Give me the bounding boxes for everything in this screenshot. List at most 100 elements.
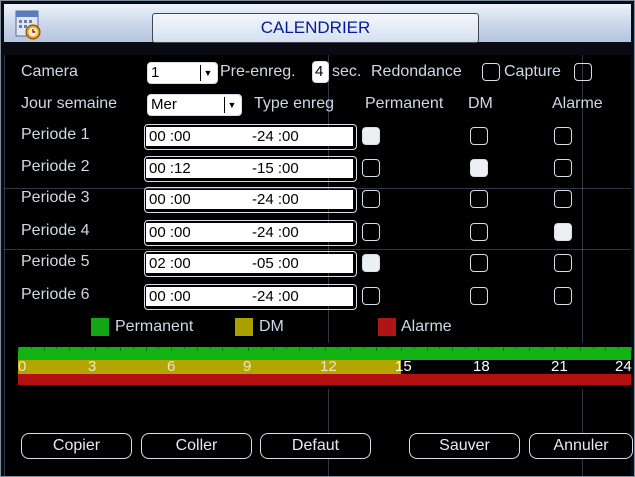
schedule-timeline: 0 3 6 9 12 15 18 21 24 (18, 343, 632, 389)
weekday-select[interactable]: Mer ▼ (147, 94, 242, 116)
guide-line (4, 55, 5, 476)
end-time: -24 :00 (252, 128, 299, 145)
timeline-tick (528, 347, 530, 351)
dm-checkbox[interactable] (470, 127, 488, 145)
alarm-checkbox[interactable] (554, 190, 572, 208)
timeline-bar-dm (18, 360, 401, 374)
legend-permanent: Permanent (115, 318, 194, 335)
timeline-tick (605, 347, 607, 351)
permanent-checkbox[interactable] (362, 127, 380, 145)
time-range-value: 00 :00 -24 :00 (146, 190, 353, 209)
dm-checkbox[interactable] (470, 254, 488, 272)
start-time: 00 :00 (149, 128, 191, 145)
timeline-tick (401, 347, 403, 351)
camera-label: Camera (21, 63, 78, 80)
calendar-clock-icon (15, 10, 41, 40)
timeline-hour-label: 12 (320, 358, 337, 375)
time-range-field[interactable]: 00 :00 -24 :00 (144, 187, 357, 213)
legend-swatch-permanent (91, 318, 109, 336)
permanent-checkbox[interactable] (362, 287, 380, 305)
permanent-checkbox[interactable] (362, 190, 380, 208)
time-range-field[interactable]: 00 :12 -15 :00 (144, 156, 357, 182)
cancel-button[interactable]: Annuler (529, 433, 633, 459)
dm-checkbox[interactable] (470, 159, 488, 177)
save-button[interactable]: Sauver (409, 433, 520, 459)
timeline-tick (426, 347, 428, 351)
timeline-tick (273, 347, 275, 351)
end-time: -05 :00 (252, 255, 299, 272)
timeline-tick (477, 347, 479, 351)
guide-line (4, 249, 631, 250)
timeline-tick (145, 347, 147, 351)
dm-checkbox[interactable] (470, 190, 488, 208)
camera-select[interactable]: 1 ▼ (147, 62, 218, 84)
start-time: 02 :00 (149, 255, 191, 272)
timeline-tick (413, 347, 415, 349)
default-button[interactable]: Defaut (260, 433, 371, 459)
start-time: 00 :00 (149, 191, 191, 208)
alarm-checkbox[interactable] (554, 254, 572, 272)
dm-header: DM (468, 95, 493, 112)
dm-checkbox[interactable] (470, 223, 488, 241)
time-range-value: 02 :00 -05 :00 (146, 254, 353, 273)
timeline-tick (541, 347, 543, 349)
camera-value: 1 (151, 64, 160, 81)
permanent-checkbox[interactable] (362, 254, 380, 272)
start-time: 00 :00 (149, 288, 191, 305)
timeline-tick (56, 347, 58, 349)
legend-dm: DM (259, 318, 284, 335)
permanent-checkbox[interactable] (362, 159, 380, 177)
timeline-tick (222, 347, 224, 351)
time-range-value: 00 :00 -24 :00 (146, 223, 353, 242)
time-range-field[interactable]: 00 :00 -24 :00 (144, 284, 357, 310)
prerecord-unit: sec. (332, 63, 362, 80)
timeline-tick (592, 347, 594, 349)
timeline-hour-label: 21 (551, 358, 568, 375)
legend-swatch-alarm (378, 318, 396, 336)
end-time: -24 :00 (252, 191, 299, 208)
alarm-header: Alarme (552, 95, 603, 112)
end-time: -24 :00 (252, 224, 299, 241)
period-label: Periode 6 (21, 286, 90, 303)
period-label: Periode 3 (21, 189, 90, 206)
timeline-hour-label: 15 (395, 358, 412, 375)
timeline-tick (337, 347, 339, 349)
timeline-tick (503, 347, 505, 351)
timeline-tick (18, 347, 19, 351)
prerecord-input[interactable]: 4 (312, 61, 329, 83)
timeline-hour-label: 24 (615, 358, 632, 375)
timeline-tick (247, 347, 249, 351)
timeline-tick (120, 347, 122, 351)
alarm-checkbox[interactable] (554, 159, 572, 177)
redundancy-checkbox[interactable] (482, 63, 500, 81)
timeline-hour-label: 3 (88, 358, 97, 375)
timeline-tick (375, 347, 377, 351)
alarm-checkbox[interactable] (554, 287, 572, 305)
schedule-window: CALENDRIER Camera 1 ▼ Pre-enreg. 4 sec. … (0, 0, 635, 477)
time-range-field[interactable]: 00 :00 -24 :00 (144, 124, 357, 150)
time-range-field[interactable]: 02 :00 -05 :00 (144, 251, 357, 277)
time-range-field[interactable]: 00 :00 -24 :00 (144, 220, 357, 246)
timeline-tick (362, 347, 364, 349)
timeline-bar-alarm (18, 374, 631, 385)
timeline-tick (107, 347, 109, 349)
permanent-checkbox[interactable] (362, 223, 380, 241)
timeline-tick (324, 347, 326, 351)
alarm-checkbox[interactable] (554, 127, 572, 145)
capture-checkbox[interactable] (574, 63, 592, 81)
time-range-value: 00 :00 -24 :00 (146, 127, 353, 146)
timeline-tick (209, 347, 211, 349)
timeline-tick (567, 347, 569, 349)
timeline-tick (388, 347, 390, 349)
timeline-tick (94, 347, 96, 351)
time-range-value: 00 :12 -15 :00 (146, 159, 353, 178)
timeline-hour-label: 0 (18, 358, 27, 375)
period-label: Periode 2 (21, 158, 90, 175)
legend-alarm: Alarme (401, 318, 452, 335)
timeline-tick (171, 347, 173, 351)
timeline-tick (43, 347, 45, 351)
dm-checkbox[interactable] (470, 287, 488, 305)
alarm-checkbox[interactable] (554, 223, 572, 241)
paste-button[interactable]: Coller (141, 433, 252, 459)
copy-button[interactable]: Copier (21, 433, 132, 459)
